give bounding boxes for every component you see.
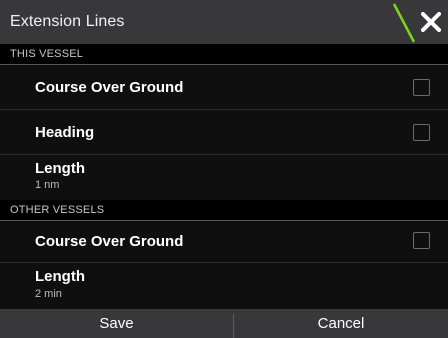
section-label: OTHER VESSELS [10, 204, 105, 216]
row-label: Length [35, 160, 85, 177]
this-vessel-heading-row[interactable]: Heading [0, 110, 448, 155]
this-vessel-cog-row[interactable]: Course Over Ground [0, 65, 448, 110]
this-vessel-cog-checkbox[interactable] [413, 79, 430, 96]
close-icon [421, 12, 441, 32]
row-label: Heading [35, 124, 95, 141]
dialog-title: Extension Lines [10, 13, 125, 30]
this-vessel-heading-checkbox[interactable] [413, 124, 430, 141]
length-value: 1 nm [35, 179, 60, 191]
other-vessels-length-row[interactable]: Length 2 min [0, 263, 448, 309]
accent-slash-icon [392, 3, 416, 43]
length-value: 2 min [35, 288, 62, 300]
footer-bar: Save Cancel [0, 309, 448, 338]
other-vessels-cog-checkbox[interactable] [413, 232, 430, 249]
save-button[interactable]: Save [0, 309, 233, 338]
section-other-vessels: OTHER VESSELS [0, 200, 448, 221]
title-bar: Extension Lines [0, 0, 448, 44]
this-vessel-length-row[interactable]: Length 1 nm [0, 155, 448, 200]
section-this-vessel: THIS VESSEL [0, 44, 448, 65]
row-label: Length [35, 268, 85, 285]
row-label: Course Over Ground [35, 79, 184, 96]
row-label: Course Over Ground [35, 233, 184, 250]
cancel-button[interactable]: Cancel [234, 309, 448, 338]
close-button[interactable] [416, 2, 446, 42]
section-label: THIS VESSEL [10, 48, 84, 60]
other-vessels-cog-row[interactable]: Course Over Ground [0, 221, 448, 263]
